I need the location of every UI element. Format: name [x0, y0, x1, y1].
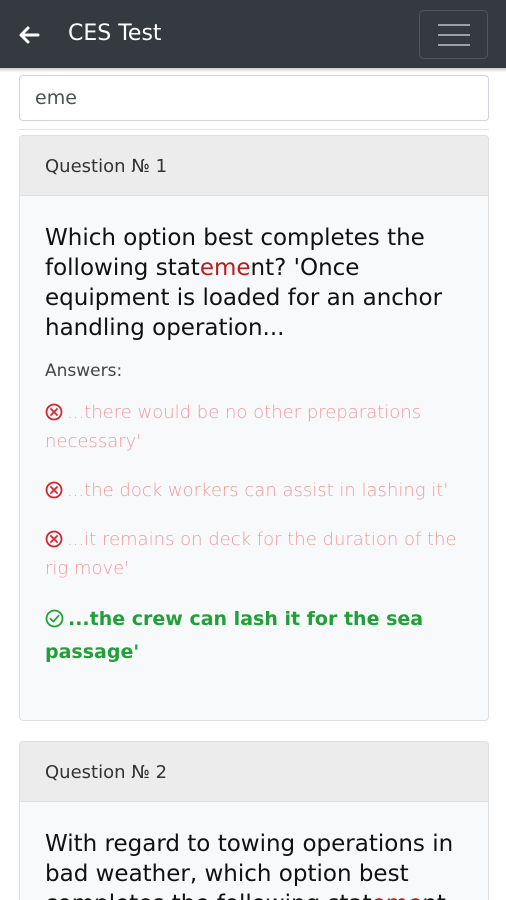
app-title: CES Test: [68, 21, 162, 46]
question-text: With regard to towing operations in bad …: [45, 829, 468, 900]
search-input[interactable]: [19, 75, 489, 121]
question-card: Question № 1 Which option best completes…: [19, 135, 489, 721]
question-card: Question № 2 With regard to towing opera…: [19, 741, 489, 900]
x-circle-icon: [45, 403, 63, 421]
navbar-shadow: [0, 68, 506, 72]
check-circle-icon: [45, 609, 64, 628]
hamburger-menu-icon: [437, 23, 470, 26]
divider: [19, 129, 489, 130]
answer-option: ...the dock workers can assist in lashin…: [45, 476, 468, 505]
arrow-left-icon: [19, 26, 40, 44]
answer-option-correct: ...the crew can lash it for the sea pass…: [45, 603, 468, 669]
x-circle-icon: [45, 481, 63, 499]
question-body: With regard to towing operations in bad …: [20, 802, 488, 900]
search-highlight: eme: [372, 891, 423, 900]
search-highlight: eme: [199, 255, 251, 281]
answer-option: ...it remains on deck for the duration o…: [45, 525, 468, 583]
menu-button[interactable]: [419, 10, 488, 59]
top-navbar: CES Test: [0, 0, 506, 68]
question-header: Question № 1: [20, 136, 488, 196]
answer-text: ...there would be no other preparations …: [45, 402, 422, 452]
answer-text: ...the crew can lash it for the sea pass…: [45, 608, 424, 663]
answer-option: ...there would be no other preparations …: [45, 398, 468, 456]
x-circle-icon: [45, 530, 63, 548]
answer-text: ...the dock workers can assist in lashin…: [67, 480, 449, 501]
question-body: Which option best completes the followin…: [20, 196, 488, 669]
back-button[interactable]: [14, 20, 44, 50]
question-header: Question № 2: [20, 742, 488, 802]
answer-text: ...it remains on deck for the duration o…: [45, 529, 457, 579]
answers-label: Answers:: [45, 361, 123, 381]
question-text: Which option best completes the followin…: [45, 225, 443, 341]
